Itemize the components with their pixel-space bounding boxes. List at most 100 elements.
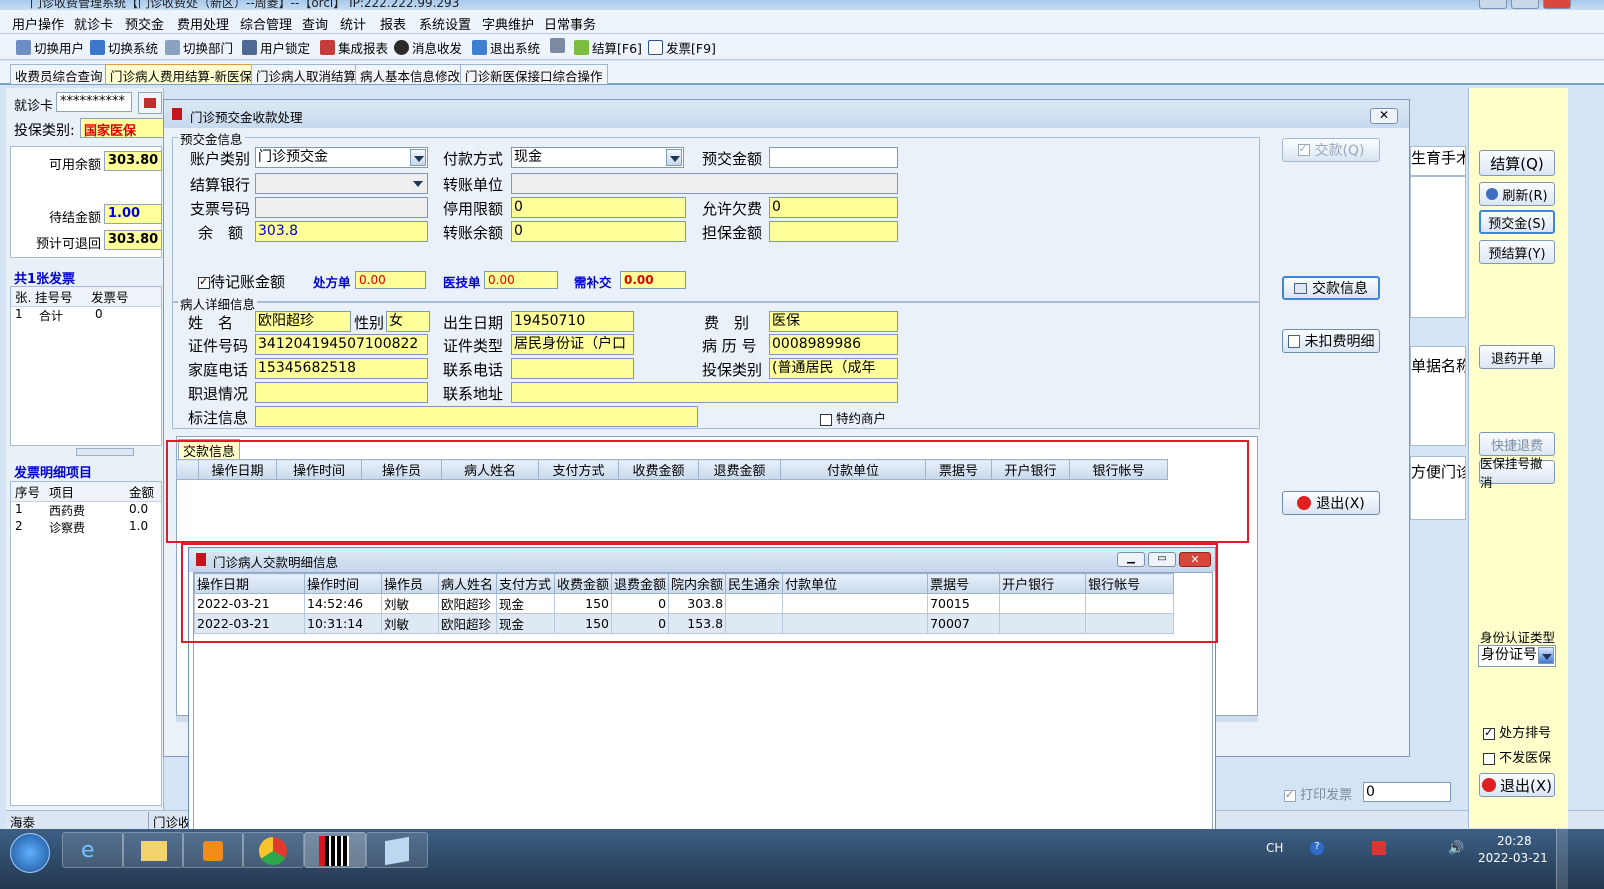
special-merchant-check[interactable]: 特约商户 bbox=[820, 408, 886, 427]
col-receipt[interactable]: 票据号 bbox=[925, 459, 992, 480]
dialog-close-button[interactable]: ✕ bbox=[1370, 108, 1398, 124]
table-row[interactable]: 2022-03-21 10:31:14 刘敏 欧阳超珍 现金 150 0 153… bbox=[194, 613, 1175, 634]
chevron-down-icon[interactable] bbox=[410, 175, 426, 192]
col-pay-unit[interactable]: 付款单位 bbox=[782, 573, 929, 594]
switch-user-button[interactable]: 切换用户 bbox=[16, 38, 84, 57]
list-item[interactable]: 1 合计 0 bbox=[11, 307, 161, 324]
switch-dept-button[interactable]: 切换部门 bbox=[165, 38, 233, 57]
retire-input[interactable] bbox=[255, 382, 428, 403]
media-task[interactable] bbox=[182, 832, 244, 868]
switch-system-button[interactable]: 切换系统 bbox=[90, 38, 158, 57]
tab-cancel[interactable]: 门诊病人取消结算 bbox=[251, 64, 362, 84]
chk-print-invoice[interactable]: 打印发票 bbox=[1284, 784, 1352, 803]
explorer-task[interactable] bbox=[122, 832, 184, 868]
menu-prepay[interactable]: 预交金 bbox=[125, 14, 164, 33]
col-bank[interactable]: 开户银行 bbox=[991, 459, 1070, 480]
lang-indicator[interactable]: CH bbox=[1266, 841, 1283, 855]
unpaid-detail-button[interactable]: 未扣费明细 bbox=[1282, 329, 1380, 353]
col-account[interactable]: 银行帐号 bbox=[1085, 573, 1175, 594]
exit-system-button[interactable]: 退出系统 bbox=[472, 38, 540, 57]
close-button[interactable]: ✕ bbox=[1179, 552, 1211, 567]
menu-manage[interactable]: 综合管理 bbox=[240, 14, 292, 33]
chevron-down-icon[interactable] bbox=[410, 149, 426, 166]
col-pay-method[interactable]: 支付方式 bbox=[538, 459, 619, 480]
col-operator[interactable]: 操作员 bbox=[381, 573, 439, 594]
col-operator[interactable]: 操作员 bbox=[361, 459, 442, 480]
edit-button[interactable] bbox=[550, 38, 565, 53]
id-type-select[interactable]: 身份证号 bbox=[1478, 645, 1556, 667]
bank-select[interactable] bbox=[255, 173, 428, 194]
chrome-task[interactable] bbox=[242, 832, 304, 868]
col-op-date[interactable]: 操作日期 bbox=[198, 459, 277, 480]
splitter-handle[interactable] bbox=[76, 448, 134, 456]
chevron-down-icon[interactable] bbox=[666, 149, 682, 166]
col-pay-unit[interactable]: 付款单位 bbox=[780, 459, 926, 480]
note-input[interactable] bbox=[255, 406, 698, 427]
settle-q-button[interactable]: 结算(Q) bbox=[1479, 150, 1555, 176]
book-task[interactable] bbox=[366, 832, 428, 868]
tab-insurance[interactable]: 门诊新医保接口综合操作 bbox=[460, 64, 608, 84]
menu-fee[interactable]: 费用处理 bbox=[177, 14, 229, 33]
col-account[interactable]: 银行帐号 bbox=[1069, 459, 1168, 480]
tab-patient-info[interactable]: 病人基本信息修改 bbox=[355, 64, 466, 84]
address-input[interactable] bbox=[511, 382, 898, 403]
dialog-exit-button[interactable]: 退出(X) bbox=[1282, 491, 1380, 515]
col-charge[interactable]: 收费金额 bbox=[618, 459, 699, 480]
main-exit-button[interactable]: 退出(X) bbox=[1479, 773, 1555, 797]
pay-info-tab[interactable]: 交款信息 bbox=[178, 439, 241, 461]
col-op-time[interactable]: 操作时间 bbox=[304, 573, 382, 594]
menu-user[interactable]: 用户操作 bbox=[12, 14, 64, 33]
prepay-button[interactable]: 预交金(S) bbox=[1479, 210, 1555, 234]
table-row[interactable]: 2022-03-21 14:52:46 刘敏 欧阳超珍 现金 150 0 303… bbox=[194, 593, 1175, 614]
minimize-button[interactable]: ▁ bbox=[1117, 552, 1145, 567]
menu-query[interactable]: 查询 bbox=[302, 14, 328, 33]
maximize-button[interactable] bbox=[1511, 0, 1539, 9]
settle-button[interactable]: 结算[F6] bbox=[574, 38, 642, 57]
chevron-down-icon[interactable] bbox=[1538, 647, 1554, 664]
account-type-select[interactable]: 门诊预交金 bbox=[255, 147, 428, 168]
col-refund[interactable]: 退费金额 bbox=[611, 573, 670, 594]
col-patient[interactable]: 病人姓名 bbox=[438, 573, 497, 594]
col-bank[interactable]: 开户银行 bbox=[999, 573, 1087, 594]
card-input[interactable]: ********** bbox=[56, 92, 132, 112]
pay-method-select[interactable]: 现金 bbox=[511, 147, 684, 168]
contact-input[interactable] bbox=[511, 358, 634, 379]
menu-settings[interactable]: 系统设置 bbox=[419, 14, 471, 33]
drug-return-button[interactable]: 退药开单 bbox=[1479, 345, 1555, 369]
menu-stats[interactable]: 统计 bbox=[340, 14, 366, 33]
help-icon[interactable]: ? bbox=[1310, 841, 1324, 855]
col-pay-method[interactable]: 支付方式 bbox=[496, 573, 555, 594]
card-read-button[interactable] bbox=[138, 92, 162, 114]
list-item[interactable]: 2 诊察费 1.0 bbox=[11, 519, 161, 536]
refresh-button[interactable]: 刷新(R) bbox=[1479, 182, 1555, 206]
col-receipt[interactable]: 票据号 bbox=[927, 573, 1001, 594]
pay-q-button[interactable]: 交款(Q) bbox=[1282, 138, 1380, 162]
pending-amount-check[interactable]: 待记账金额 bbox=[198, 271, 285, 292]
cancel-ins-reg-button[interactable]: 医保挂号撤消 bbox=[1479, 456, 1555, 490]
menu-report[interactable]: 报表 bbox=[380, 14, 406, 33]
menu-daily[interactable]: 日常事务 bbox=[544, 14, 596, 33]
his-app-task[interactable] bbox=[304, 832, 366, 868]
col-refund[interactable]: 退费金额 bbox=[698, 459, 781, 480]
col-charge[interactable]: 收费金额 bbox=[553, 573, 613, 594]
lock-user-button[interactable]: 用户锁定 bbox=[242, 38, 310, 57]
chk-rx-order[interactable]: 处方排号 bbox=[1483, 722, 1551, 741]
close-button[interactable] bbox=[1543, 0, 1571, 9]
check-no-input[interactable] bbox=[255, 197, 428, 218]
pay-info-button[interactable]: 交款信息 bbox=[1282, 276, 1380, 300]
ie-task[interactable]: e bbox=[62, 832, 124, 868]
transfer-unit-input[interactable] bbox=[511, 173, 898, 194]
message-button[interactable]: 消息收发 bbox=[394, 38, 462, 57]
pre-settle-button[interactable]: 预结算(Y) bbox=[1479, 240, 1555, 264]
list-item[interactable]: 1 西药费 0.0 bbox=[11, 502, 161, 519]
col-hosp-balance[interactable]: 院内余额 bbox=[668, 573, 727, 594]
col-minsheng[interactable]: 民生通余 bbox=[725, 573, 784, 594]
maximize-button[interactable]: ▭ bbox=[1148, 552, 1176, 567]
minimize-button[interactable] bbox=[1479, 0, 1507, 9]
tab-query[interactable]: 收费员综合查询 bbox=[10, 64, 108, 84]
invoice-button[interactable]: 发票[F9] bbox=[648, 38, 716, 57]
report-button[interactable]: 集成报表 bbox=[320, 38, 388, 57]
print-count-input[interactable]: 0 bbox=[1363, 782, 1451, 802]
chk-no-insurance[interactable]: 不发医保 bbox=[1483, 747, 1551, 766]
show-desktop-button[interactable] bbox=[1556, 829, 1568, 889]
